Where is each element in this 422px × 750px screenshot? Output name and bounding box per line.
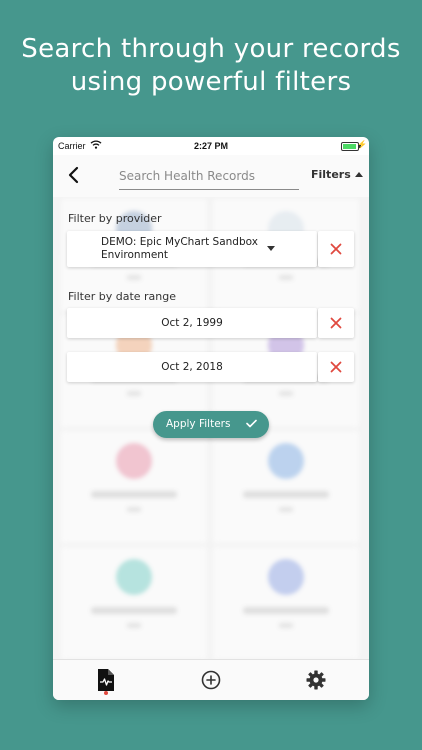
- start-date-field[interactable]: Oct 2, 1999: [67, 308, 317, 338]
- end-date-value: Oct 2, 2018: [161, 361, 223, 373]
- provider-filter-label: Filter by provider: [68, 212, 162, 225]
- chevron-down-icon: [267, 246, 275, 251]
- clear-end-date-button[interactable]: [318, 352, 354, 382]
- filters-toggle-label: Filters: [311, 168, 351, 181]
- filter-panel: Filter by provider DEMO: Epic MyChart Sa…: [53, 197, 369, 659]
- headline-line-2: using powerful filters: [70, 67, 352, 97]
- close-icon: [330, 243, 342, 255]
- close-icon: [330, 317, 342, 329]
- filters-toggle-button[interactable]: Filters: [311, 168, 363, 181]
- active-tab-indicator: [104, 691, 108, 695]
- clear-start-date-button[interactable]: [318, 308, 354, 338]
- start-date-value: Oct 2, 1999: [161, 317, 223, 329]
- date-range-filter-label: Filter by date range: [68, 290, 177, 303]
- phone-screen: Carrier 2:27 PM ⚡ Filters: [53, 137, 369, 700]
- caret-up-icon: [354, 172, 363, 177]
- search-header: Filters: [53, 155, 369, 197]
- marketing-headline: Search through your records using powerf…: [0, 33, 422, 99]
- checkmark-icon: [246, 419, 257, 428]
- provider-select-value: DEMO: Epic MyChart Sandbox Environment: [101, 236, 258, 261]
- status-time: 2:27 PM: [193, 141, 228, 151]
- apply-filters-label: Apply Filters: [166, 418, 231, 430]
- end-date-field[interactable]: Oct 2, 2018: [67, 352, 317, 382]
- bottom-tab-bar: [53, 659, 369, 700]
- close-icon: [330, 361, 342, 373]
- tab-add[interactable]: [199, 668, 223, 692]
- headline-line-1: Search through your records: [21, 34, 401, 64]
- tab-records[interactable]: [94, 668, 118, 692]
- records-icon: [98, 669, 114, 691]
- gear-icon: [306, 670, 326, 690]
- back-arrow-icon[interactable]: [67, 165, 81, 185]
- tab-settings[interactable]: [304, 668, 328, 692]
- search-input[interactable]: [119, 165, 299, 190]
- clear-provider-button[interactable]: [318, 231, 354, 267]
- status-bar: Carrier 2:27 PM ⚡: [53, 137, 369, 155]
- charging-icon: ⚡: [357, 140, 367, 149]
- add-circle-icon: [201, 670, 221, 690]
- apply-filters-button[interactable]: Apply Filters: [153, 411, 269, 438]
- provider-select[interactable]: DEMO: Epic MyChart Sandbox Environment: [67, 231, 317, 267]
